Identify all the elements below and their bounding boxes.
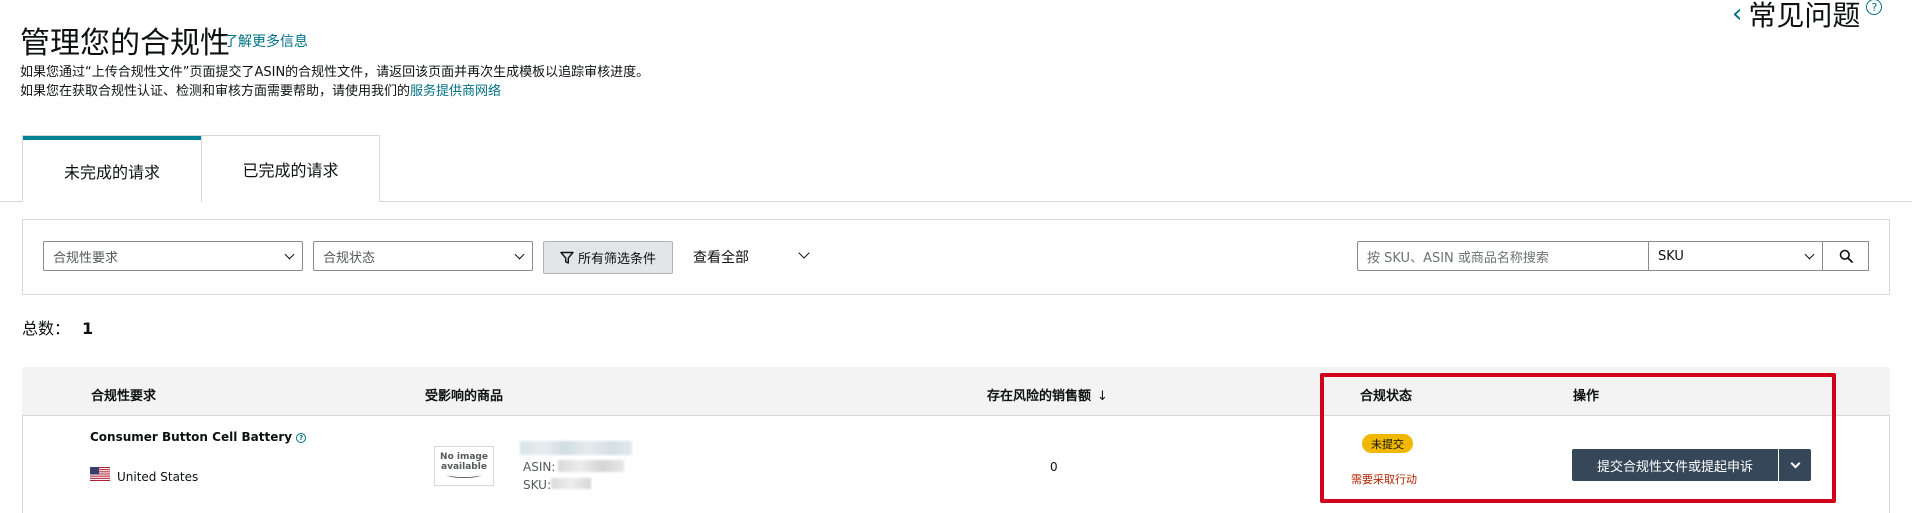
requirement-select[interactable]: 合规性要求 [43,241,303,271]
info-icon[interactable]: ? [296,432,307,443]
requirement-name: Consumer Button Cell Battery? [90,430,307,444]
column-header-sales-at-risk-label: 存在风险的销售额 [987,389,1092,404]
action-needed-text: 需要采取行动 [1351,473,1417,486]
asin-label: ASIN: [523,460,556,474]
total-label: 总数： [22,319,71,338]
description-line-1: 如果您通过“上传合规性文件”页面提交了ASIN的合规性文件，请返回该页面并再次生… [20,65,650,80]
tab-open-requests[interactable]: 未完成的请求 [23,136,201,202]
requirement-select-value: 合规性要求 [53,250,119,266]
chevron-down-icon [1804,249,1815,259]
column-header-actions: 操作 [1573,389,1600,404]
product-title-redacted[interactable] [520,441,632,455]
sales-at-risk-value: 0 [1050,460,1058,474]
chevron-down-icon [1790,458,1800,468]
all-filters-button[interactable]: 所有筛选条件 [543,241,673,274]
help-icon[interactable]: ? [1866,0,1883,15]
description-line-2-text: 如果您在获取合规性认证、检测和审核方面需要帮助，请使用我们的 [20,84,411,99]
chevron-down-icon [514,249,525,259]
description-line-2: 如果您在获取合规性认证、检测和审核方面需要帮助，请使用我们的服务提供商网络 [20,80,501,99]
table-header [22,367,1890,416]
no-image-text-2: available [441,462,487,472]
no-image-placeholder: No image available [434,446,494,486]
faq-label: 常见问题 [1748,0,1861,32]
search-input[interactable]: 按 SKU、ASIN 或商品名称搜索 [1357,241,1649,271]
no-image-text-1: No image [440,452,488,462]
service-provider-link[interactable]: 服务提供商网络 [410,84,501,99]
status-badge: 未提交 [1362,434,1413,453]
sort-down-icon: ↓ [1097,389,1108,404]
column-header-requirement: 合规性要求 [91,389,157,404]
total-count: 总数： 1 [22,315,93,339]
column-header-sales-at-risk[interactable]: 存在风险的销售额 ↓ [987,385,1108,404]
view-all-dropdown[interactable]: 查看全部 [693,247,749,267]
tab-completed-requests[interactable]: 已完成的请求 [201,136,379,202]
submit-compliance-button[interactable]: 提交合规性文件或提起申诉 [1572,449,1778,481]
column-header-status: 合规状态 [1360,389,1413,404]
us-flag-icon [90,467,110,481]
status-select[interactable]: 合规状态 [313,241,533,271]
search-type-select[interactable]: SKU [1648,241,1823,271]
filter-icon [560,251,574,264]
faq-link[interactable]: ‹ 常见问题 ? [1732,0,1883,34]
sku-label: SKU: [523,478,551,492]
chevron-left-icon: ‹ [1732,0,1743,29]
sku-value-redacted [551,478,591,489]
requirement-name-text: Consumer Button Cell Battery [90,430,293,444]
asin-value-redacted [558,460,624,472]
status-select-value: 合规状态 [323,250,376,266]
total-value: 1 [82,319,94,338]
page-title: 管理您的合规性 [20,26,230,61]
request-tabs: 未完成的请求 已完成的请求 [22,135,380,202]
all-filters-label: 所有筛选条件 [577,252,656,267]
action-dropdown-button[interactable] [1779,449,1811,481]
search-type-value: SKU [1658,248,1684,264]
search-button[interactable] [1823,241,1869,271]
search-icon [1839,249,1853,263]
column-header-affected-products: 受影响的商品 [425,389,504,404]
chevron-down-icon [284,249,295,259]
country-label: United States [117,470,199,484]
learn-more-link[interactable]: 了解更多信息 [224,31,308,51]
amazon-smile-icon [447,472,481,478]
